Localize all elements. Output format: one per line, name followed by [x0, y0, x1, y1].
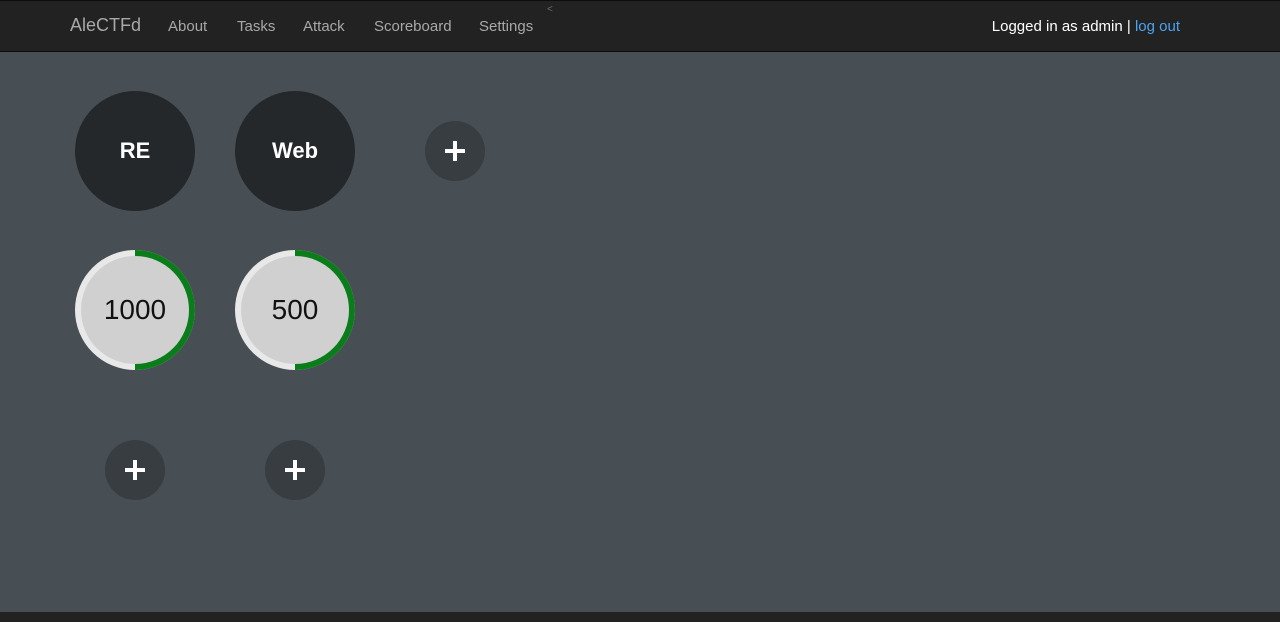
plus-icon	[285, 460, 305, 480]
user-info: Logged in as admin | log out	[992, 18, 1180, 35]
logout-link[interactable]: log out	[1135, 18, 1180, 35]
nav-scoreboard[interactable]: Scoreboard	[374, 18, 452, 35]
nav-settings[interactable]: Settings	[479, 18, 533, 35]
plus-icon	[445, 141, 465, 161]
logged-in-label: Logged in as admin |	[991, 18, 1131, 35]
task-score: 1000	[103, 294, 167, 325]
category-web[interactable]: Web	[235, 91, 355, 211]
task-web-1[interactable]: 500	[235, 250, 355, 370]
add-task-re-button[interactable]	[105, 440, 165, 500]
caret-icon: <	[547, 4, 553, 15]
top-navbar: AleCTFd About Tasks Attack Scoreboard Se…	[0, 0, 1280, 52]
plus-icon	[125, 460, 145, 480]
nav-about[interactable]: About	[168, 18, 207, 35]
task-re-1[interactable]: 1000	[75, 250, 195, 370]
footer-bar	[0, 612, 1280, 622]
task-score: 500	[271, 294, 319, 325]
add-category-button[interactable]	[425, 121, 485, 181]
add-task-web-button[interactable]	[265, 440, 325, 500]
nav-attack[interactable]: Attack	[303, 18, 345, 35]
category-label: Web	[271, 138, 319, 163]
nav-tasks[interactable]: Tasks	[237, 18, 275, 35]
category-label: RE	[119, 138, 151, 163]
category-re[interactable]: RE	[75, 91, 195, 211]
brand-logo[interactable]: AleCTFd	[70, 15, 141, 36]
